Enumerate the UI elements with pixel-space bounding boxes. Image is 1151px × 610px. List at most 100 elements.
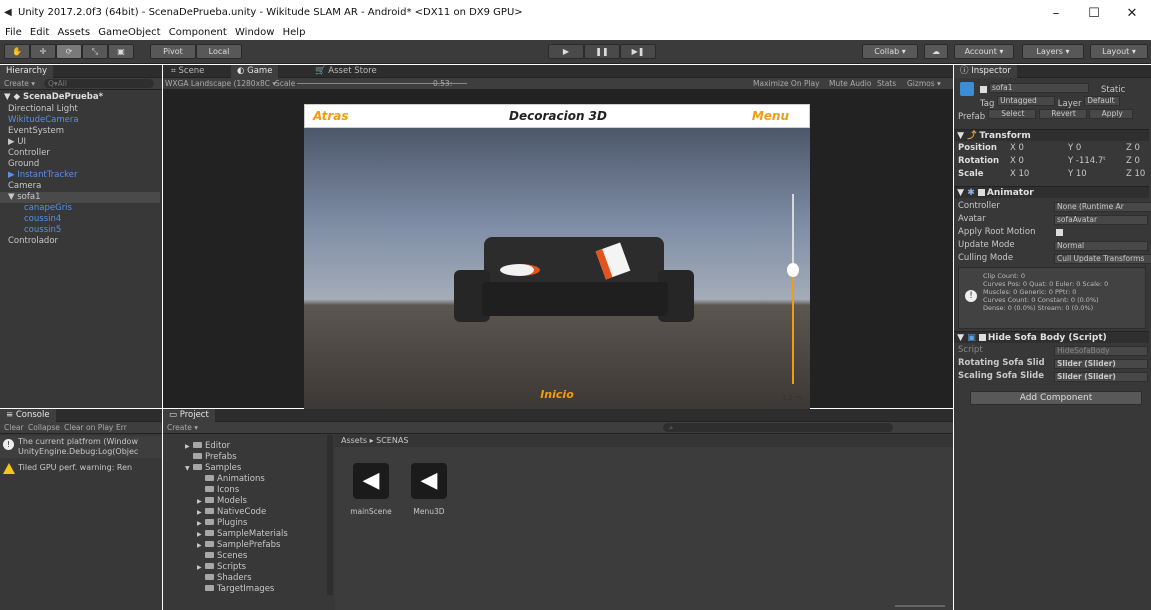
menu-gameobject[interactable]: GameObject xyxy=(98,26,160,40)
active-checkbox[interactable] xyxy=(980,86,987,93)
rotation-y-field[interactable]: Y -114.7ᵗ xyxy=(1068,156,1106,167)
account-dropdown[interactable]: Account ▾ xyxy=(954,44,1014,59)
scene-root[interactable]: ▼ ◆ ScenaDePrueba* xyxy=(0,92,160,103)
hierarchy-item[interactable]: canapeGris xyxy=(0,203,160,214)
controller-field[interactable]: None (Runtime Ar xyxy=(1054,202,1151,212)
folder-arrow-icon[interactable]: ▶ xyxy=(197,497,205,507)
transform-header[interactable]: ▼ ⤴ Transform xyxy=(954,129,1149,141)
hierarchy-search-input[interactable]: Q▾All xyxy=(44,79,154,88)
root-motion-checkbox[interactable] xyxy=(1056,229,1063,236)
layers-dropdown[interactable]: Layers ▾ xyxy=(1022,44,1084,59)
position-x-field[interactable]: X 0 xyxy=(1010,143,1024,154)
folder-arrow-icon[interactable]: ▶ xyxy=(197,541,205,551)
close-button[interactable]: ✕ xyxy=(1113,0,1151,26)
tab-hierarchy[interactable]: Hierarchy xyxy=(0,65,54,78)
folder-item[interactable]: ▶ SampleMaterials xyxy=(197,529,288,539)
folder-item[interactable]: ▶ Models xyxy=(197,496,247,506)
move-tool-icon[interactable]: ✛ xyxy=(30,44,56,59)
project-search-input[interactable]: ⌕ xyxy=(663,423,893,432)
hierarchy-item[interactable]: coussin5 xyxy=(0,225,160,236)
hierarchy-item[interactable]: Directional Light xyxy=(0,104,160,115)
project-create-dropdown[interactable]: Create ▾ xyxy=(167,423,198,432)
menu-edit[interactable]: Edit xyxy=(30,26,49,40)
pause-button[interactable]: ❚❚ xyxy=(584,44,620,59)
update-mode-dropdown[interactable]: Normal xyxy=(1054,241,1148,251)
culling-mode-dropdown[interactable]: Cull Update Transforms xyxy=(1054,254,1151,264)
hierarchy-item[interactable]: WikitudeCamera xyxy=(0,115,160,126)
icon-size-slider[interactable] xyxy=(895,605,945,607)
rotating-slider-field[interactable]: Slider (Slider) xyxy=(1054,359,1148,369)
animator-enabled-checkbox[interactable] xyxy=(977,189,985,196)
rotation-z-field[interactable]: Z 0 xyxy=(1126,156,1140,167)
home-button[interactable]: Inicio xyxy=(304,388,810,401)
asset-item[interactable]: ◀ Menu3D xyxy=(403,463,455,516)
prefab-revert-button[interactable]: Revert xyxy=(1038,109,1087,119)
layout-dropdown[interactable]: Layout ▾ xyxy=(1090,44,1148,59)
add-component-button[interactable]: Add Component xyxy=(970,391,1142,405)
maximize-on-play-toggle[interactable]: Maximize On Play xyxy=(753,79,820,88)
folder-arrow-icon[interactable]: ▼ xyxy=(185,464,193,474)
position-y-field[interactable]: Y 0 xyxy=(1068,143,1081,154)
scale-tool-icon[interactable]: ⤡ xyxy=(82,44,108,59)
tab-project[interactable]: ▭ Project xyxy=(163,409,215,422)
hide-sofa-header[interactable]: ▼ ▣ Hide Sofa Body (Script) xyxy=(954,331,1149,343)
step-button[interactable]: ▶❚ xyxy=(620,44,656,59)
menu-window[interactable]: Window xyxy=(235,26,274,40)
hand-tool-icon[interactable]: ✋ xyxy=(4,44,30,59)
scale-y-field[interactable]: Y 10 xyxy=(1068,169,1087,180)
hierarchy-item[interactable]: ▼ sofa1 xyxy=(0,192,160,203)
static-toggle[interactable]: Static xyxy=(1101,85,1125,95)
hierarchy-item[interactable]: Controller xyxy=(0,148,160,159)
console-message[interactable]: ! The current platfrom (Window UnityEngi… xyxy=(0,436,162,458)
folder-item[interactable]: ▶ Editor xyxy=(185,441,230,451)
collapse-button[interactable]: Collapse xyxy=(28,423,60,432)
prefab-apply-button[interactable]: Apply xyxy=(1089,109,1134,119)
avatar-field[interactable]: sofaAvatar xyxy=(1054,215,1148,225)
tab-asset-store[interactable]: 🛒 Asset Store xyxy=(309,65,383,78)
tag-dropdown[interactable]: Untagged xyxy=(997,96,1056,106)
clear-button[interactable]: Clear xyxy=(4,423,24,432)
tab-console[interactable]: ≡ Console xyxy=(0,409,56,422)
folder-item[interactable]: ▼ Samples xyxy=(185,463,241,473)
folder-arrow-icon[interactable]: ▶ xyxy=(185,442,193,452)
hierarchy-item[interactable]: Camera xyxy=(0,181,160,192)
menu-component[interactable]: Component xyxy=(169,26,227,40)
folder-item[interactable]: ▶ Plugins xyxy=(197,518,247,528)
folder-item[interactable]: ▶ SamplePrefabs xyxy=(197,540,280,550)
asset-item[interactable]: ◀ mainScene xyxy=(345,463,397,516)
gizmos-dropdown[interactable]: Gizmos ▾ xyxy=(907,79,941,88)
hierarchy-item[interactable]: Controlador xyxy=(0,236,160,247)
error-pause-button[interactable]: Err xyxy=(116,423,127,432)
folder-item[interactable]: TargetImages xyxy=(197,584,274,594)
animator-header[interactable]: ▼ ✱ Animator xyxy=(954,186,1149,198)
hierarchy-item[interactable]: ▶ InstantTracker xyxy=(0,170,160,181)
resolution-dropdown[interactable]: WXGA Landscape (1280x8C ▾ xyxy=(165,79,276,88)
console-message[interactable]: Tiled GPU perf. warning: Ren xyxy=(0,460,162,482)
hierarchy-item[interactable]: Ground xyxy=(0,159,160,170)
folder-arrow-icon[interactable]: ▶ xyxy=(197,508,205,518)
game-viewport[interactable]: Atras Decoracion 3D Menu Inicio 1.2 m xyxy=(304,104,810,409)
clear-on-play-button[interactable]: Clear on Play xyxy=(64,423,113,432)
maximize-button[interactable]: ☐ xyxy=(1075,0,1113,26)
rect-tool-icon[interactable]: ▣ xyxy=(108,44,134,59)
tab-game[interactable]: ◐ Game xyxy=(231,65,279,78)
stats-toggle[interactable]: Stats xyxy=(877,79,896,88)
menu-assets[interactable]: Assets xyxy=(57,26,90,40)
folder-item[interactable]: Animations xyxy=(197,474,265,484)
folder-item[interactable]: ▶ Scripts xyxy=(197,562,246,572)
name-field[interactable]: sofa1 xyxy=(989,83,1089,93)
layer-dropdown[interactable]: Default xyxy=(1084,96,1121,106)
tab-inspector[interactable]: ⓘ Inspector xyxy=(954,65,1017,78)
hierarchy-item[interactable]: EventSystem xyxy=(0,126,160,137)
folder-item[interactable]: Icons xyxy=(197,485,239,495)
breadcrumb[interactable]: Assets ▸ SCENAS xyxy=(341,436,408,445)
local-button[interactable]: Local xyxy=(196,44,242,59)
hierarchy-item[interactable]: ▶ UI xyxy=(0,137,160,148)
scaling-slider-field[interactable]: Slider (Slider) xyxy=(1054,372,1148,382)
folder-item[interactable]: Shaders xyxy=(197,573,252,583)
menu-file[interactable]: File xyxy=(5,26,22,40)
create-dropdown[interactable]: Create ▾ xyxy=(4,79,35,88)
play-button[interactable]: ▶ xyxy=(548,44,584,59)
folder-arrow-icon[interactable]: ▶ xyxy=(197,563,205,573)
collab-button[interactable]: Collab ▾ xyxy=(862,44,918,59)
